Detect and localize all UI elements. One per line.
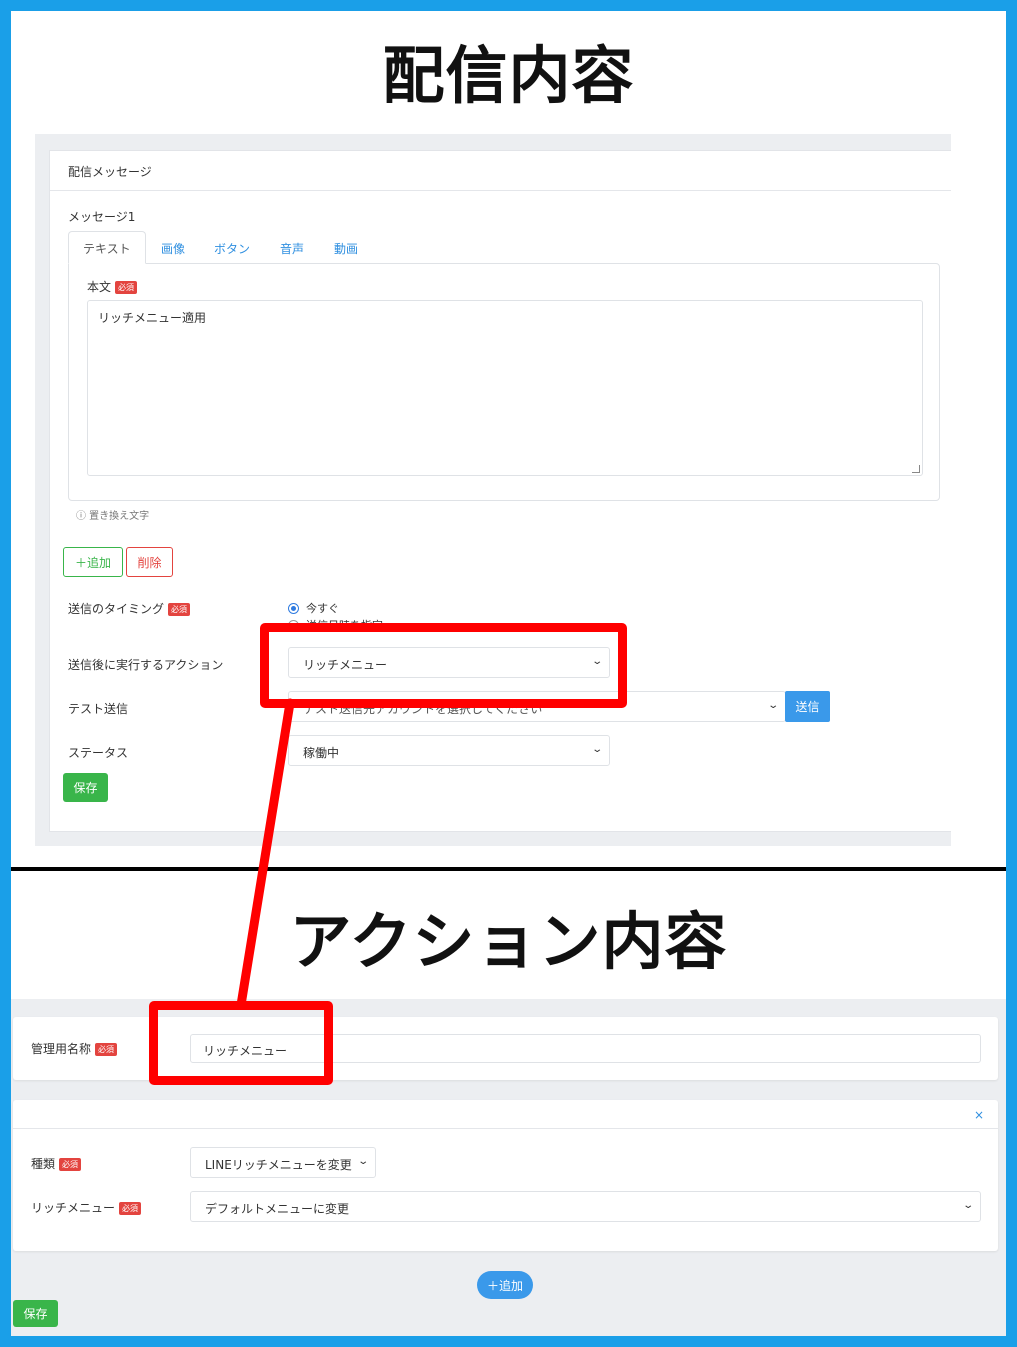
card-divider	[13, 1128, 998, 1129]
test-send-button[interactable]: 送信	[785, 691, 830, 722]
richmenu-select[interactable]: デフォルトメニューに変更 ⌄	[190, 1191, 981, 1222]
required-badge: 必須	[95, 1043, 118, 1056]
timing-label: 送信のタイミング 必須	[68, 600, 191, 617]
body-text-value: リッチメニュー適用	[98, 311, 207, 325]
delete-message-button[interactable]: 削除	[126, 547, 173, 577]
tab-audio[interactable]: 音声	[280, 231, 304, 264]
action-type-select[interactable]: LINEリッチメニューを変更 ⌄	[190, 1147, 376, 1178]
heading-delivery-content: 配信内容	[382, 39, 635, 112]
admin-name-label-text: 管理用名称	[31, 1042, 92, 1056]
chevron-down-icon: ⌄	[356, 1156, 369, 1167]
resize-handle-icon[interactable]	[912, 465, 920, 473]
tab-text[interactable]: テキスト	[68, 231, 146, 264]
status-select[interactable]: 稼働中 ⌄	[288, 735, 610, 766]
timing-now-label: 今すぐ	[306, 602, 339, 615]
chevron-down-icon: ⌄	[590, 744, 603, 755]
action-type-value: LINEリッチメニューを変更	[205, 1158, 352, 1172]
highlight-after-action	[260, 623, 627, 708]
richmenu-value: デフォルトメニューに変更	[205, 1202, 350, 1216]
chevron-down-icon: ⌄	[766, 700, 779, 711]
tab-video[interactable]: 動画	[334, 231, 358, 264]
message-type-tabs: テキスト 画像 ボタン 音声 動画	[68, 231, 940, 264]
type-label-text: 種類	[31, 1157, 56, 1171]
highlight-admin-name	[149, 1001, 333, 1085]
save-action-button[interactable]: 保存	[13, 1300, 58, 1327]
richmenu-label-text: リッチメニュー	[31, 1201, 116, 1215]
timing-radio-now[interactable]: 今すぐ	[288, 600, 339, 616]
annotated-frame: 配信内容 配信メッセージ メッセージ1 テキスト 画像 ボタン 音声 動画 本文…	[11, 11, 1006, 1336]
richmenu-label: リッチメニュー 必須	[31, 1199, 142, 1216]
after-action-label: 送信後に実行するアクション	[68, 658, 224, 672]
test-send-label: テスト送信	[68, 702, 129, 716]
action-detail-card: × 種類 必須 LINEリッチメニューを変更 ⌄ リッチメニュー 必須 デフォルトメ…	[13, 1100, 998, 1251]
add-action-button[interactable]: ＋追加	[477, 1271, 533, 1299]
type-label: 種類 必須	[31, 1155, 82, 1172]
close-icon[interactable]: ×	[974, 1108, 984, 1122]
required-badge: 必須	[59, 1158, 82, 1171]
card-title: 配信メッセージ	[50, 151, 951, 191]
heading-action-content: アクション内容	[289, 905, 728, 978]
required-badge: 必須	[119, 1202, 142, 1215]
tab-image[interactable]: 画像	[161, 231, 185, 264]
admin-name-label: 管理用名称 必須	[31, 1040, 118, 1057]
section-divider	[11, 867, 1006, 871]
required-badge: 必須	[168, 603, 191, 616]
save-delivery-button[interactable]: 保存	[63, 773, 108, 802]
body-label: 本文 必須	[87, 278, 138, 295]
tab-button[interactable]: ボタン	[214, 231, 250, 264]
text-tab-panel: 本文 必須 リッチメニュー適用	[68, 263, 940, 501]
replacement-text-hint[interactable]: ⓘ 置き換え文字	[76, 507, 149, 522]
radio-checked-icon	[288, 602, 299, 614]
delivery-message-card: 配信メッセージ メッセージ1 テキスト 画像 ボタン 音声 動画 本文 必須 リッ…	[49, 150, 951, 832]
status-label: ステータス	[68, 746, 129, 760]
timing-label-text: 送信のタイミング	[68, 602, 165, 616]
required-badge: 必須	[115, 281, 138, 294]
body-label-text: 本文	[87, 280, 112, 294]
chevron-down-icon: ⌄	[961, 1200, 974, 1211]
delivery-screenshot: 配信メッセージ メッセージ1 テキスト 画像 ボタン 音声 動画 本文 必須 リッ…	[35, 134, 951, 846]
status-value: 稼働中	[303, 746, 340, 760]
add-message-button[interactable]: ＋追加	[63, 547, 123, 577]
message-label: メッセージ1	[68, 210, 136, 224]
body-textarea[interactable]: リッチメニュー適用	[87, 300, 923, 476]
